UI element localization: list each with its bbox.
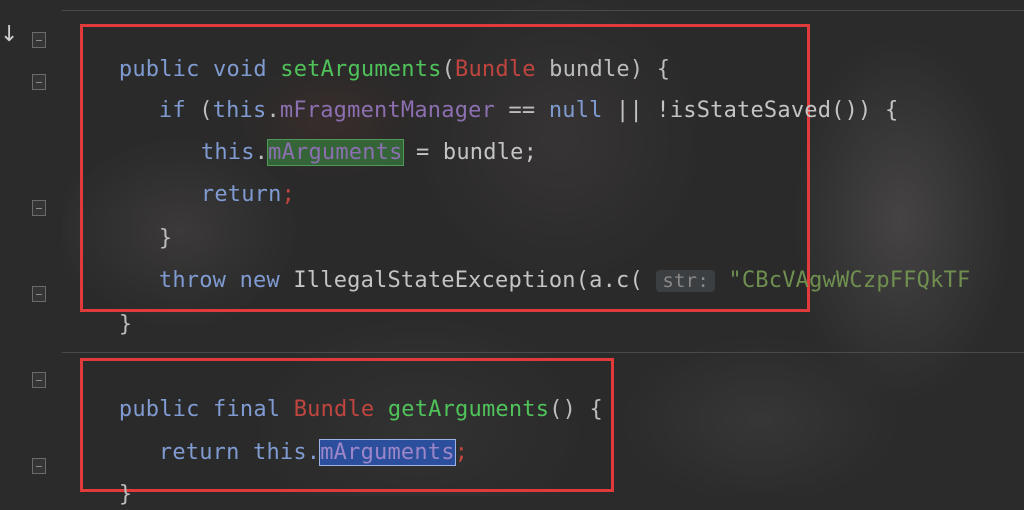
code-line[interactable]: throw new IllegalStateException(a.c( str… (132, 236, 970, 296)
expression: || !isStateSaved()) { (602, 98, 899, 123)
string-literal: "CBcVAgwWCzpFFQkTF (728, 268, 971, 293)
code-line[interactable]: } (92, 280, 132, 340)
fold-marker-icon[interactable] (32, 372, 46, 388)
keyword: throw (158, 268, 227, 293)
punctuation: ; (454, 440, 469, 465)
down-arrow-icon: ↓ (0, 22, 19, 47)
editor-gutter: ↓ (0, 0, 62, 496)
fold-marker-icon[interactable] (32, 458, 46, 474)
expression: IllegalStateException(a.c( (279, 268, 643, 293)
fold-marker-icon[interactable] (32, 32, 46, 48)
closing-brace: } (118, 482, 133, 507)
code-line[interactable]: return; (174, 150, 295, 210)
closing-brace: } (118, 312, 133, 337)
fold-marker-icon[interactable] (32, 74, 46, 90)
fold-marker-icon[interactable] (32, 286, 46, 302)
fold-marker-icon[interactable] (32, 200, 46, 216)
keyword: new (239, 268, 280, 293)
expression: = bundle; (402, 140, 538, 165)
method-separator (62, 10, 1024, 11)
keyword: return (200, 182, 282, 207)
parameter-hint: str: (656, 270, 715, 292)
method-separator (62, 352, 1024, 353)
keyword: null (548, 98, 603, 123)
code-line[interactable]: return this.mArguments; (132, 408, 468, 468)
punctuation: () { (549, 397, 603, 422)
punctuation: ; (281, 182, 296, 207)
code-line[interactable]: } (92, 450, 132, 510)
keyword: return (158, 440, 240, 465)
keyword: this. (239, 440, 321, 465)
field-read-highlight[interactable]: mArguments (319, 439, 456, 466)
